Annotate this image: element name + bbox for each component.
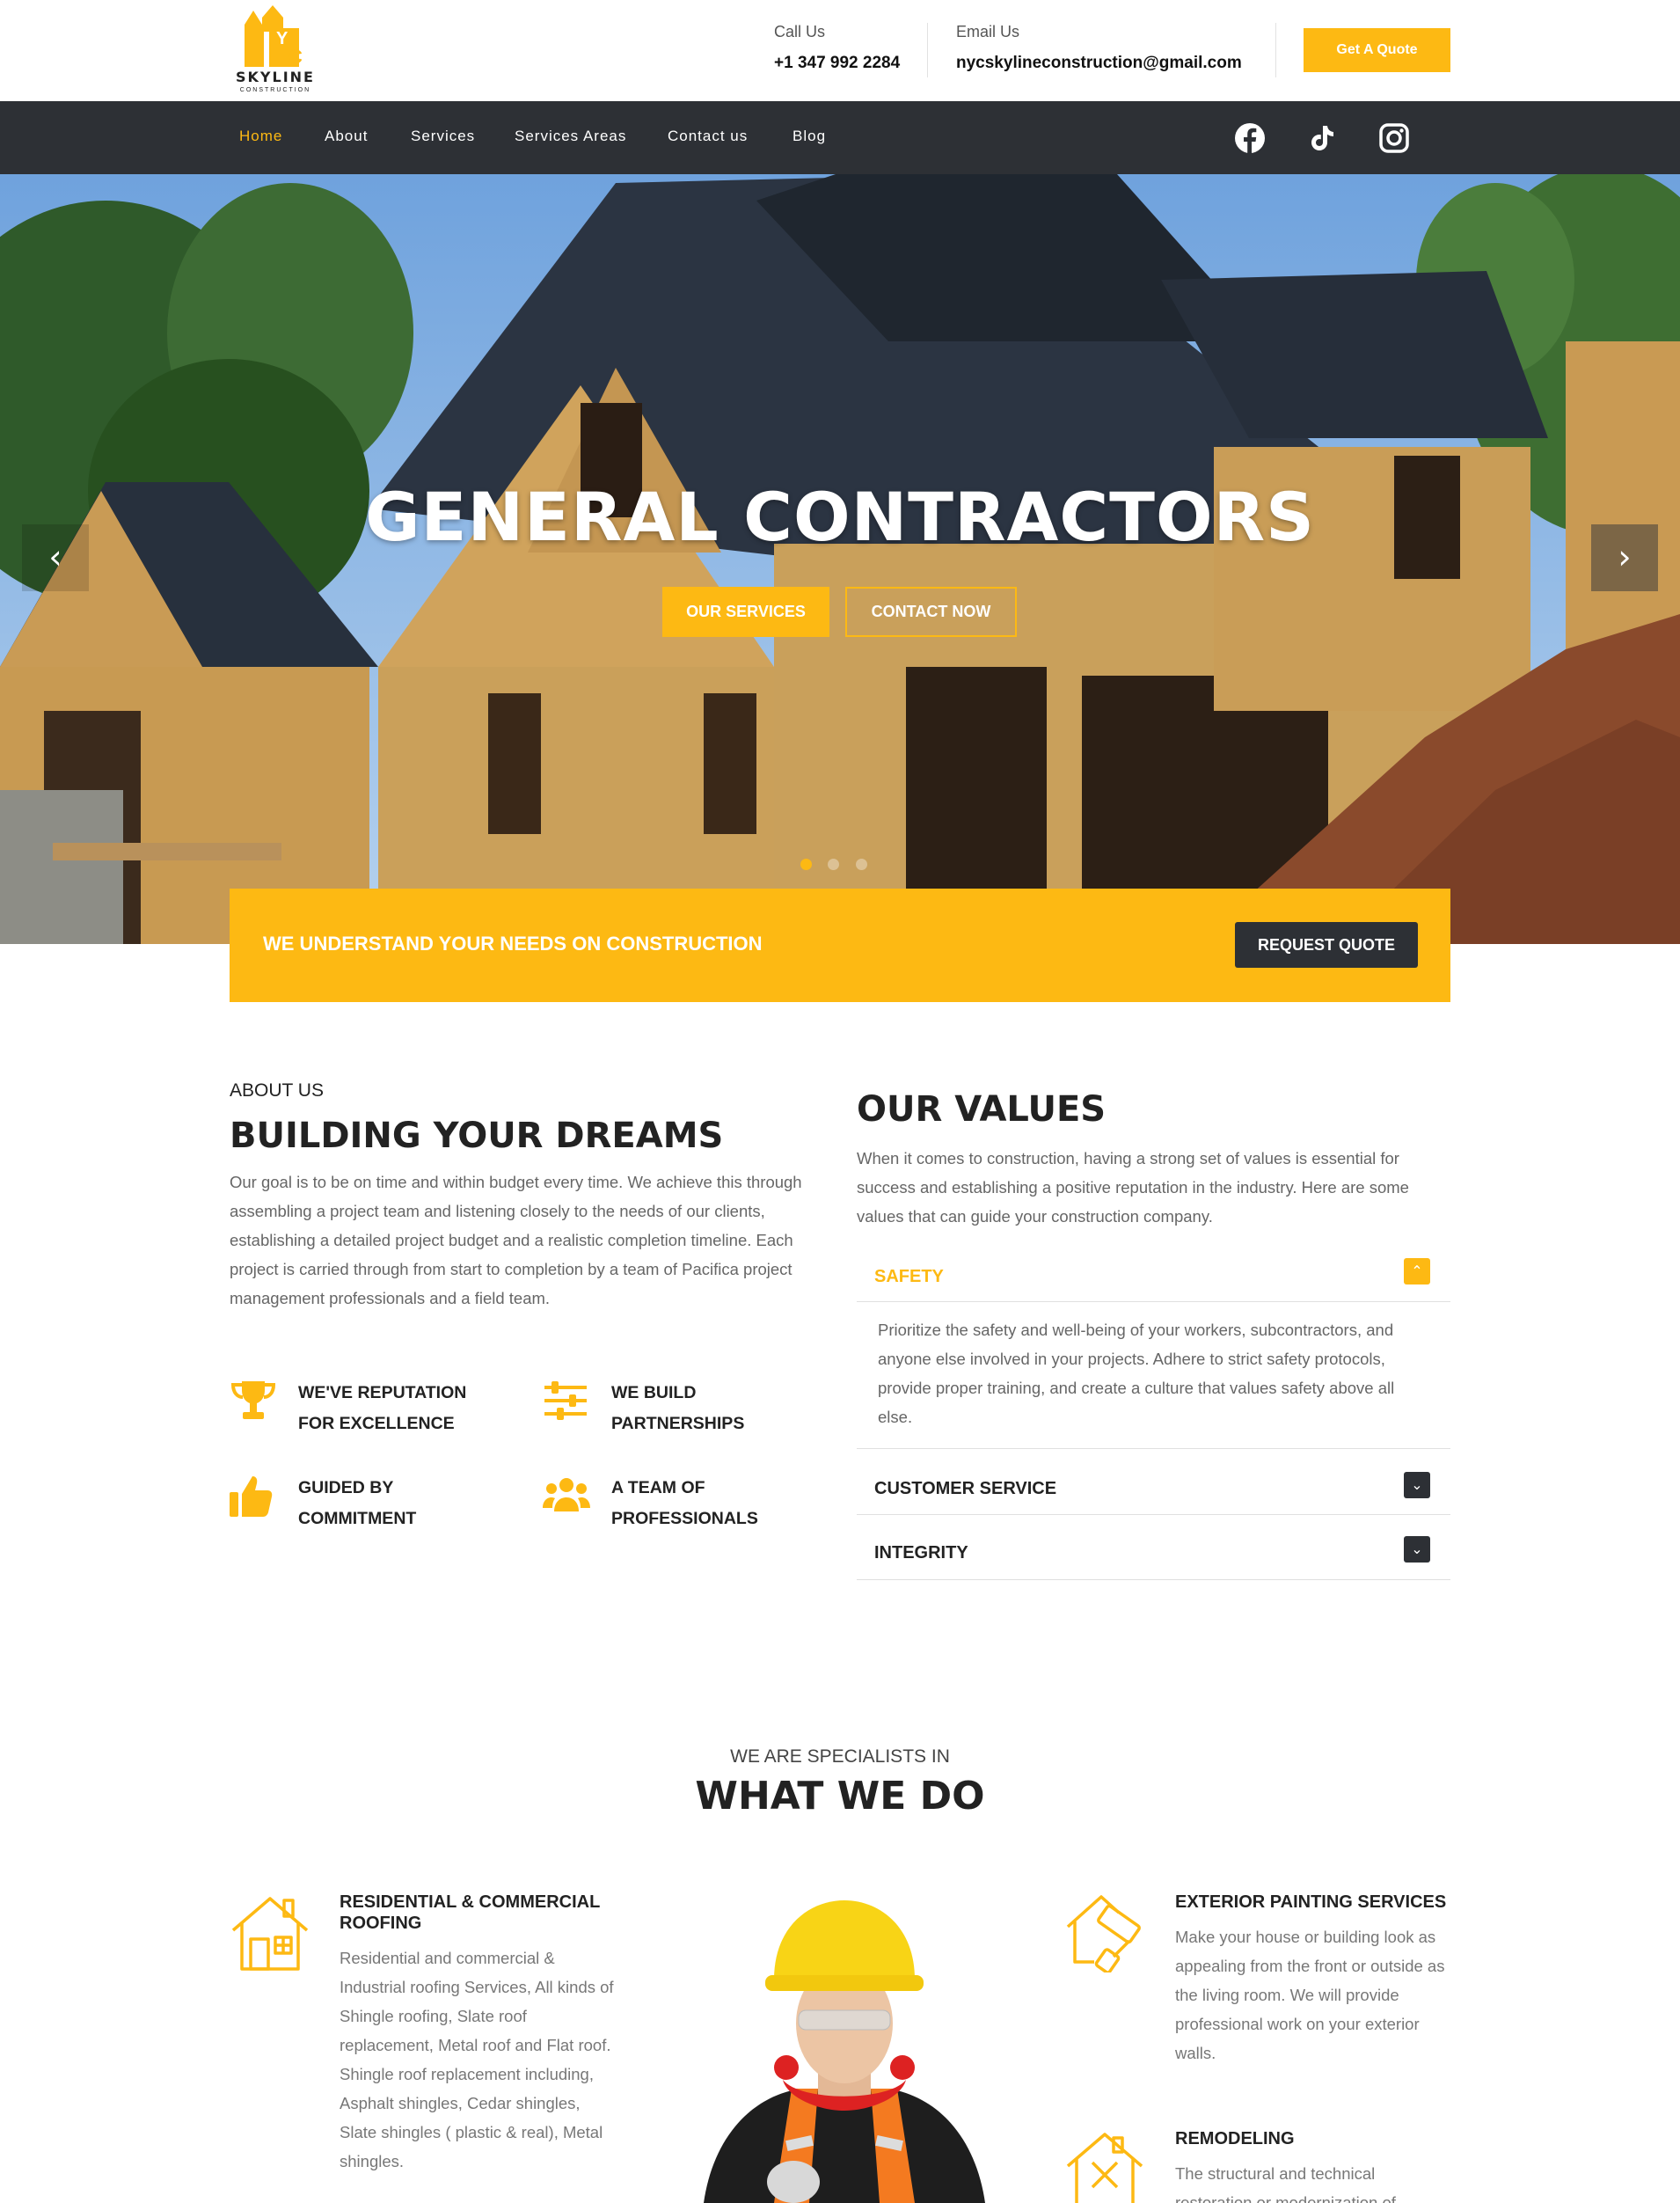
call-us-block: Call Us +1 347 992 2284 (774, 23, 900, 73)
contact-now-button[interactable]: CONTACT NOW (845, 587, 1017, 637)
accordion-item-safety[interactable]: SAFETY ⌃ (857, 1258, 1450, 1302)
svg-text:C: C (289, 46, 303, 67)
about-kicker: ABOUT US (230, 1080, 324, 1101)
nav-item-contact-us[interactable]: Contact us (668, 128, 748, 145)
hero-slider: GENERAL CONTRACTORS OUR SERVICES CONTACT… (0, 174, 1680, 944)
nav-item-services-areas[interactable]: Services Areas (515, 128, 626, 145)
accordion-body-safety: Prioritize the safety and well-being of … (878, 1321, 1395, 1426)
house-icon (231, 1897, 309, 1971)
feature-label: GUIDED BY COMMITMENT (298, 1478, 417, 1528)
about-paragraph: Our goal is to be on time and within bud… (230, 1173, 802, 1307)
accordion-title[interactable]: SAFETY (874, 1267, 944, 1287)
phone-number[interactable]: +1 347 992 2284 (774, 54, 900, 73)
header-divider (927, 23, 928, 77)
logo-subtitle: CONSTRUCTION (239, 87, 311, 93)
hero-background-image (0, 174, 1680, 944)
accordion-title[interactable]: INTEGRITY (874, 1543, 968, 1563)
service-title: RESIDENTIAL & COMMERCIAL ROOFING (340, 1892, 600, 1933)
call-us-label: Call Us (774, 23, 826, 40)
request-quote-button[interactable]: REQUEST QUOTE (1235, 922, 1418, 968)
site-logo[interactable]: C Y SKYLINE CONSTRUCTION (236, 5, 315, 97)
our-services-button[interactable]: OUR SERVICES (662, 587, 829, 637)
service-description: Make your house or building look as appe… (1175, 1928, 1445, 2062)
slider-dot[interactable] (800, 859, 812, 870)
email-us-block: Email Us nycskylineconstruction@gmail.co… (956, 23, 1242, 73)
chevron-down-icon[interactable]: ⌄ (1404, 1536, 1430, 1563)
sliders-icon (544, 1381, 587, 1420)
services-kicker: WE ARE SPECIALISTS IN (730, 1746, 950, 1767)
hero-title: GENERAL CONTRACTORS (365, 478, 1315, 556)
tiktok-icon[interactable] (1306, 122, 1338, 154)
thumbs-up-icon (230, 1476, 273, 1517)
chevron-down-icon[interactable]: ⌄ (1404, 1472, 1430, 1498)
logo-mark-icon: C Y (245, 5, 303, 67)
values-title: OUR VALUES (857, 1089, 1107, 1130)
slider-dot[interactable] (855, 859, 867, 870)
logo-name: SKYLINE (236, 69, 315, 85)
get-a-quote-button[interactable]: Get A Quote (1304, 28, 1450, 72)
chevron-up-icon[interactable]: ⌃ (1404, 1258, 1430, 1284)
facebook-icon[interactable] (1234, 122, 1266, 154)
cta-banner: WE UNDERSTAND YOUR NEEDS ON CONSTRUCTION… (230, 889, 1450, 1002)
slider-next-arrow-icon[interactable]: › (1591, 524, 1658, 591)
trophy-icon (230, 1381, 276, 1419)
feature-label: WE'VE REPUTATION FOR EXCELLENCE (298, 1383, 467, 1433)
feature-label: A TEAM OF PROFESSIONALS (611, 1478, 758, 1528)
svg-text:Y: Y (276, 29, 289, 48)
accordion-item-customer-service[interactable]: CUSTOMER SERVICE ⌄ (857, 1448, 1450, 1515)
accordion-item-integrity[interactable]: INTEGRITY ⌄ (857, 1515, 1450, 1580)
about-title: BUILDING YOUR DREAMS (230, 1116, 724, 1156)
construction-worker-image (704, 1900, 985, 2203)
values-paragraph: When it comes to construction, having a … (857, 1149, 1409, 1226)
slider-dot[interactable] (828, 859, 840, 870)
service-title: EXTERIOR PAINTING SERVICES (1175, 1892, 1447, 1912)
nav-item-home[interactable]: Home (239, 128, 282, 145)
email-us-label: Email Us (956, 23, 1020, 40)
service-description: Residential and commercial & Industrial … (340, 1949, 614, 2170)
house-tools-icon (1066, 2133, 1143, 2203)
instagram-icon[interactable] (1378, 122, 1410, 154)
feature-label: WE BUILD PARTNERSHIPS (611, 1383, 745, 1433)
main-navigation: Home About Services Services Areas Conta… (0, 101, 1680, 174)
accordion-title[interactable]: CUSTOMER SERVICE (874, 1479, 1056, 1499)
nav-item-blog[interactable]: Blog (793, 128, 826, 145)
slider-pagination (800, 859, 880, 875)
service-title: REMODELING (1175, 2129, 1295, 2148)
slider-prev-arrow-icon[interactable]: ‹ (22, 524, 89, 591)
service-description: The structural and technical restoration… (1175, 2164, 1396, 2203)
top-header: C Y SKYLINE CONSTRUCTION Call Us +1 347 … (0, 0, 1680, 101)
nav-item-services[interactable]: Services (411, 128, 475, 145)
paint-roller-icon (1066, 1895, 1141, 1972)
email-address[interactable]: nycskylineconstruction@gmail.com (956, 54, 1242, 73)
cta-banner-text: WE UNDERSTAND YOUR NEEDS ON CONSTRUCTION (263, 933, 763, 955)
nav-item-about[interactable]: About (325, 128, 368, 145)
users-icon (543, 1478, 590, 1511)
services-title: WHAT WE DO (695, 1774, 985, 1819)
header-divider (1275, 23, 1276, 77)
